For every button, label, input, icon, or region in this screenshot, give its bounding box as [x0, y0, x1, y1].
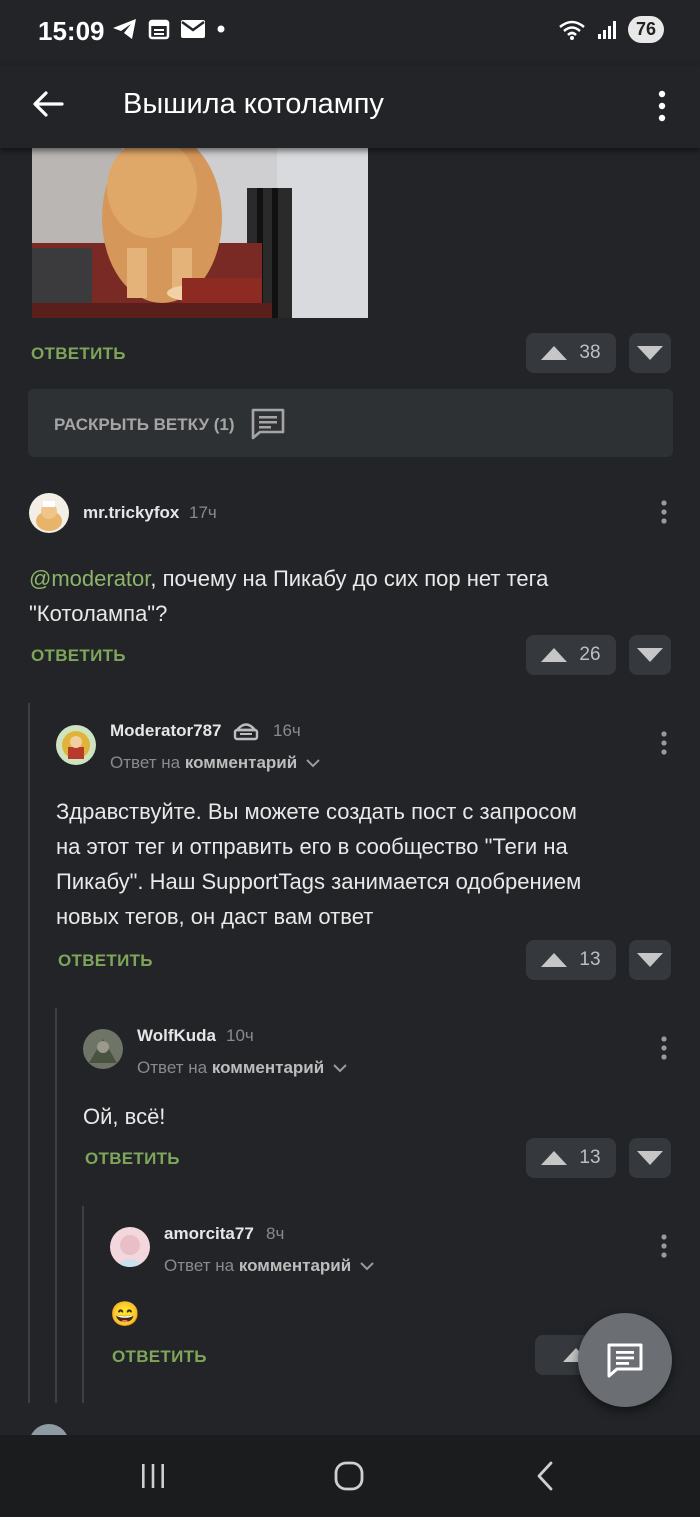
comment-username[interactable]: mr.trickyfox [83, 503, 179, 523]
arrow-down-icon [637, 648, 663, 662]
comment-emoji: 😄 [110, 1301, 140, 1328]
downvote-button[interactable] [629, 333, 671, 373]
comment-more-icon[interactable] [660, 499, 668, 525]
comments-icon [251, 408, 285, 440]
chevron-down-icon [333, 1064, 347, 1073]
mail-icon [181, 20, 205, 38]
expand-thread-label: РАСКРЫТЬ ВЕТКУ (1) [54, 415, 235, 434]
more-options-icon[interactable] [650, 86, 674, 126]
status-system-icons: 76 [558, 16, 664, 43]
comment-text-line: "Котолампа"? [29, 601, 168, 626]
avatar[interactable] [29, 493, 69, 533]
system-back-icon[interactable] [535, 1461, 555, 1491]
status-time: 15:09 [38, 16, 105, 46]
comment-more-icon[interactable] [660, 730, 668, 756]
reply-button[interactable]: ОТВЕТИТЬ [85, 1149, 180, 1169]
comment-text-line: на этот тег и отправить его в сообщество… [56, 834, 568, 859]
thread-line [82, 1206, 84, 1403]
comment-username[interactable]: WolfKuda [137, 1026, 216, 1046]
avatar[interactable] [83, 1029, 123, 1069]
reply-to-link[interactable]: Ответ на комментарий [110, 753, 320, 773]
comment-username[interactable]: Moderator787 [110, 721, 221, 741]
vote-count: 13 [579, 949, 601, 970]
vote-count: 26 [579, 644, 601, 665]
moderator-badge-icon [233, 723, 259, 741]
upvote-button[interactable]: 26 [526, 635, 616, 675]
expand-thread-button[interactable]: РАСКРЫТЬ ВЕТКУ (1) [28, 389, 673, 457]
downvote-button[interactable] [629, 940, 671, 980]
arrow-down-icon [637, 953, 663, 967]
arrow-up-icon [541, 648, 568, 662]
reply-button[interactable]: ОТВЕТИТЬ [31, 646, 126, 666]
avatar[interactable] [110, 1227, 150, 1267]
arrow-down-icon [637, 346, 663, 360]
dot-icon [217, 25, 225, 33]
reply-prefix: Ответ на [110, 753, 181, 772]
status-notifications [112, 18, 226, 40]
page-title: Вышила котолампу [123, 88, 384, 120]
cat-lamp-image[interactable] [32, 148, 368, 318]
arrow-down-icon [637, 1151, 663, 1165]
wifi-icon [559, 20, 585, 40]
calendar-icon [148, 19, 170, 40]
system-navigation-bar [0, 1435, 700, 1517]
comment-more-icon[interactable] [660, 1035, 668, 1061]
write-comment-button[interactable] [578, 1313, 672, 1407]
comment-text: @moderator, почему на Пикабу до сих пор … [29, 561, 669, 631]
arrow-up-icon [541, 1151, 568, 1165]
upvote-button[interactable]: 13 [526, 940, 616, 980]
signal-icon [597, 20, 616, 39]
comment-text: Здравствуйте. Вы можете создать пост с з… [56, 794, 676, 934]
reply-prefix: Ответ на [164, 1256, 235, 1275]
reply-target: комментарий [184, 753, 298, 772]
home-icon[interactable] [334, 1461, 364, 1491]
reply-to-link[interactable]: Ответ на комментарий [137, 1058, 347, 1078]
thread-line [28, 703, 30, 1403]
recent-apps-icon[interactable] [140, 1462, 166, 1490]
comment-time: 10ч [226, 1026, 254, 1045]
reply-target: комментарий [238, 1256, 352, 1275]
reply-target: комментарий [211, 1058, 325, 1077]
telegram-icon [113, 19, 136, 39]
status-bar: 15:09 76 [0, 0, 700, 66]
comment-text-line: Пикабу". Наш SupportTags занимается одоб… [56, 869, 582, 894]
arrow-up-icon [541, 346, 568, 360]
reply-button[interactable]: ОТВЕТИТЬ [112, 1347, 207, 1367]
comment-more-icon[interactable] [660, 1233, 668, 1259]
vote-count: 38 [579, 342, 601, 363]
downvote-button[interactable] [629, 635, 671, 675]
upvote-button[interactable]: 38 [526, 333, 616, 373]
back-arrow-icon[interactable] [30, 86, 66, 122]
comment-time: 17ч [189, 503, 217, 522]
chevron-down-icon [306, 759, 320, 768]
vote-count: 13 [579, 1147, 601, 1168]
mention-link[interactable]: @moderator [29, 566, 150, 591]
reply-button[interactable]: ОТВЕТИТЬ [58, 951, 153, 971]
comment-username[interactable]: amorcita77 [164, 1224, 254, 1244]
comment-text-line: новых тегов, он даст вам ответ [56, 904, 374, 929]
comment-icon [607, 1343, 643, 1378]
thread-line [55, 1008, 57, 1403]
avatar[interactable] [56, 725, 96, 765]
comment-text-line: Здравствуйте. Вы можете создать пост с з… [56, 799, 577, 824]
app-bar: Вышила котолампу [0, 66, 700, 148]
comment-time: 16ч [273, 721, 301, 740]
comment-time: 8ч [266, 1224, 285, 1243]
battery-indicator: 76 [627, 16, 664, 43]
reply-to-link[interactable]: Ответ на комментарий [164, 1256, 374, 1276]
chevron-down-icon [360, 1262, 374, 1271]
reply-button[interactable]: ОТВЕТИТЬ [31, 344, 126, 364]
downvote-button[interactable] [629, 1138, 671, 1178]
comment-text-line: , почему на Пикабу до сих пор нет тега [150, 566, 549, 591]
comment-text: Ой, всё! [83, 1104, 166, 1129]
reply-prefix: Ответ на [137, 1058, 208, 1077]
arrow-up-icon [541, 953, 568, 967]
upvote-button[interactable]: 13 [526, 1138, 616, 1178]
